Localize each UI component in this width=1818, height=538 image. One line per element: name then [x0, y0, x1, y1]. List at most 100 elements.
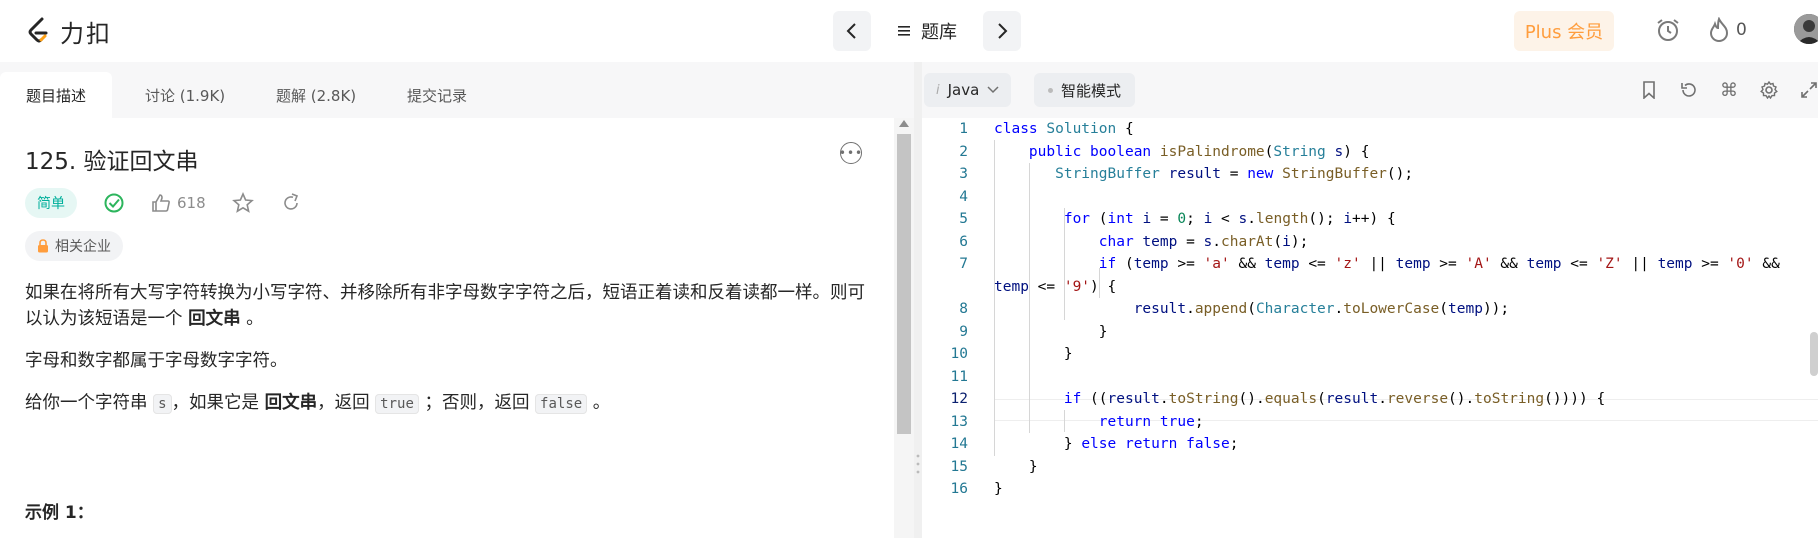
- problem-description: 如果在将所有大写字符转换为小写字符、并移除所有非字母数字字符之后，短语正着读和反…: [25, 280, 870, 433]
- desc3-d: ；否则，返回: [424, 393, 530, 413]
- line-number: 11: [950, 368, 968, 385]
- problem-title: 125. 验证回文串: [25, 149, 199, 175]
- code-text: }: [994, 458, 1038, 475]
- code-text: if ((result.toString().equals(result.rev…: [1063, 391, 1606, 407]
- problem-meta: 简单 618: [25, 188, 302, 218]
- avatar[interactable]: [1794, 14, 1818, 44]
- line-number: 14: [950, 436, 968, 452]
- code-editor[interactable]: 1 class Solution { 2 public boolean isPal…: [922, 118, 1818, 538]
- code-text: char temp = s.charAt(i);: [1098, 233, 1309, 250]
- share-icon[interactable]: [280, 192, 302, 214]
- bookmark-icon[interactable]: [1638, 77, 1660, 103]
- fullscreen-icon[interactable]: [1798, 77, 1818, 103]
- plus-membership-button[interactable]: Plus 会员: [1514, 11, 1614, 51]
- problem-navigation: 题库: [833, 11, 1021, 51]
- tab-discussion[interactable]: 讨论 (1.9K): [119, 72, 251, 118]
- desc1-suffix: 。: [246, 309, 264, 329]
- chevron-right-icon: [998, 23, 1008, 39]
- logo[interactable]: 力扣: [26, 14, 112, 48]
- difficulty-badge: 简单: [25, 188, 77, 218]
- streak-count: 0: [1736, 20, 1747, 40]
- description-paragraph-1: 如果在将所有大写字符转换为小写字符、并移除所有非字母数字字符之后，短语正着读和反…: [25, 280, 870, 332]
- related-companies-button[interactable]: 相关企业: [25, 231, 123, 261]
- description-scrollbar[interactable]: [894, 118, 914, 538]
- tab-submissions[interactable]: 提交记录: [381, 72, 493, 118]
- desc1-text: 如果在将所有大写字符转换为小写字符、并移除所有非字母数字字符之后，短语正着读和反…: [25, 283, 865, 329]
- line-number: 10: [950, 346, 968, 362]
- smart-mode-toggle[interactable]: 智能模式: [1034, 73, 1136, 107]
- desc3-a: 给你一个字符串: [25, 393, 148, 413]
- editor-scrollbar-thumb[interactable]: [1810, 332, 1818, 376]
- scroll-up-arrow-icon[interactable]: [899, 120, 909, 127]
- line-number: 12: [950, 391, 968, 407]
- lock-icon: [38, 239, 48, 253]
- prev-problem-button[interactable]: [833, 11, 871, 51]
- problem-content: 125. 验证回文串 ••• 简单 618 相关企业 如果在将所有大写字符转换为…: [0, 118, 894, 538]
- editor-toolbar: i Java 智能模式 ⌘: [922, 62, 1818, 118]
- description-paragraph-3: 给你一个字符串 s ，如果它是 回文串，返回 true ；否则，返回 false …: [25, 390, 870, 417]
- desc3-c: ，返回: [317, 393, 370, 413]
- description-paragraph-2: 字母和数字都属于字母数字字符。: [25, 351, 288, 371]
- code-text: result.append(Character.toLowerCase(temp…: [1133, 301, 1510, 317]
- line-number: 2: [959, 143, 968, 160]
- line-number: 8: [959, 301, 968, 317]
- code-editor-panel: i Java 智能模式 ⌘ 1 class Solution { 2 public…: [922, 62, 1818, 538]
- list-icon: [898, 26, 910, 36]
- problem-list-label: 题库: [921, 22, 957, 43]
- code-text: if (temp >= 'a' && temp <= 'z' || temp >…: [1098, 256, 1780, 272]
- solved-check-icon: [104, 193, 124, 213]
- code-text: }: [994, 481, 1003, 497]
- line-number: 16: [950, 481, 968, 497]
- reset-code-icon[interactable]: [1678, 77, 1700, 103]
- desc1-bold: 回文串: [188, 309, 241, 329]
- line-number: 15: [950, 458, 968, 475]
- mode-label: 智能模式: [1061, 81, 1122, 100]
- streak-counter[interactable]: 0: [1708, 17, 1747, 43]
- top-nav-bar: 力扣 题库 Plus 会员 0: [0, 0, 1818, 62]
- line-number: 1: [959, 121, 968, 137]
- desc3-e: 。: [592, 393, 611, 413]
- line-number: 7: [959, 256, 968, 272]
- line-number: 4: [959, 188, 968, 205]
- line-number: 9: [959, 323, 968, 340]
- code-text: temp <= '9') {: [994, 278, 1117, 295]
- language-select[interactable]: i Java: [924, 73, 1012, 107]
- line-number: 6: [959, 233, 968, 250]
- scrollbar-thumb[interactable]: [897, 134, 911, 434]
- code-text: }: [994, 346, 1073, 362]
- editor-tools: ⌘: [1638, 77, 1818, 103]
- drag-handle-icon[interactable]: [916, 452, 920, 476]
- like-count: 618: [177, 194, 206, 212]
- code-text: public boolean isPalindrome(String s) {: [1028, 143, 1370, 160]
- tab-description[interactable]: 题目描述: [0, 72, 113, 118]
- line-number: 5: [959, 211, 968, 227]
- code-text: } else return false;: [994, 436, 1239, 452]
- leetcode-logo-icon: [28, 17, 48, 43]
- inline-code-s: s: [153, 394, 172, 414]
- top-right-icons: 0: [1652, 14, 1747, 46]
- user-avatar-icon: [1794, 14, 1818, 44]
- command-shortcut-icon[interactable]: ⌘: [1718, 77, 1740, 103]
- thumbs-up-icon: [152, 194, 170, 212]
- logo-text: 力扣: [60, 19, 112, 48]
- tab-solutions[interactable]: 题解 (2.8K): [250, 72, 382, 118]
- settings-gear-icon[interactable]: [1758, 77, 1780, 103]
- star-icon[interactable]: [231, 192, 254, 214]
- line-number: 13: [950, 413, 968, 430]
- related-companies-label: 相关企业: [55, 239, 111, 255]
- desc3-b: ，如果它是: [171, 393, 260, 413]
- next-problem-button[interactable]: [983, 11, 1021, 51]
- inline-code-true: true: [375, 394, 419, 414]
- more-options-icon[interactable]: •••: [839, 142, 862, 164]
- code-text: class Solution {: [994, 121, 1134, 137]
- flame-icon: [1709, 17, 1729, 43]
- code-text: StringBuffer result = new StringBuffer()…: [1055, 166, 1414, 182]
- info-icon: i: [936, 82, 940, 98]
- code-text: }: [994, 323, 1108, 340]
- problem-list-button[interactable]: 题库: [889, 18, 965, 44]
- alarm-clock-icon[interactable]: [1652, 14, 1684, 46]
- code-text: return true;: [1098, 413, 1204, 430]
- problem-tabs: 题目描述 讨论 (1.9K) 题解 (2.8K) 提交记录: [0, 62, 914, 118]
- desc3-bold: 回文串: [264, 393, 318, 413]
- like-button[interactable]: 618: [151, 193, 206, 213]
